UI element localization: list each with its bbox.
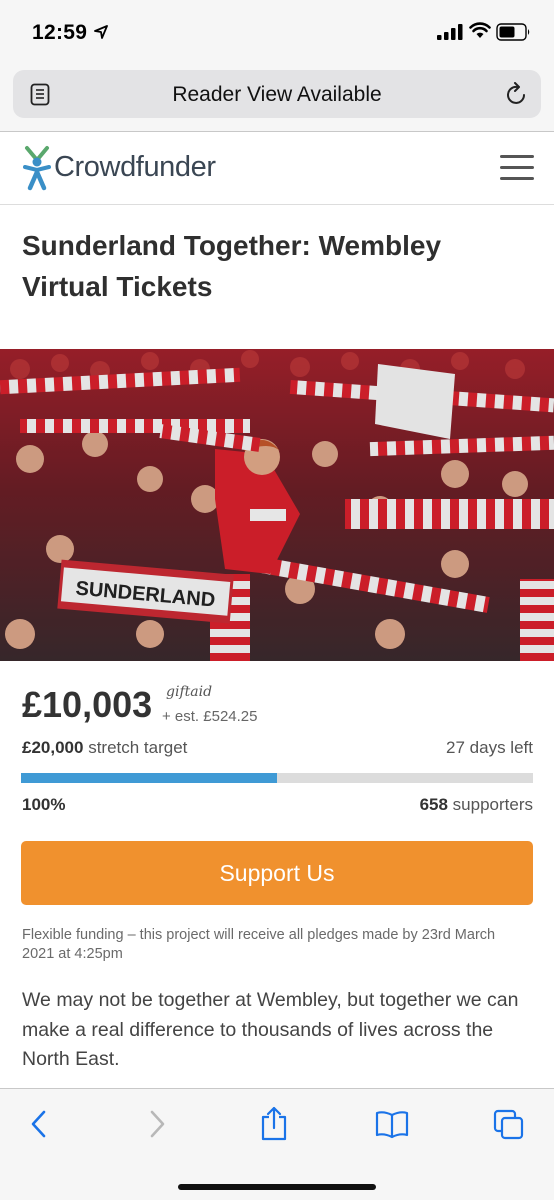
project-title: Sunderland Together: Wembley Virtual Tic… <box>22 230 442 302</box>
share-icon[interactable] <box>259 1105 289 1141</box>
supporters-label: supporters <box>452 795 533 814</box>
battery-icon <box>496 23 530 41</box>
crowdfunder-logo-icon[interactable] <box>22 145 52 193</box>
status-time: 12:59 <box>32 21 88 44</box>
progress-bar-fill <box>21 773 277 783</box>
reader-view-label[interactable]: Reader View Available <box>13 83 541 107</box>
giftaid-label: giftaid <box>166 684 213 700</box>
url-bar[interactable]: Reader View Available <box>13 70 541 118</box>
days-left: 27 days left <box>446 738 533 757</box>
signal-icon <box>437 24 463 40</box>
stretch-amount: £20,000 <box>22 738 84 757</box>
percent-funded: 100% <box>22 795 66 814</box>
progress-bar <box>21 773 533 783</box>
forward-icon[interactable] <box>146 1109 168 1139</box>
stretch-target: £20,000 stretch target <box>22 738 187 758</box>
hero-image: SUNDERLAND <box>0 349 554 661</box>
support-us-button[interactable]: Support Us <box>21 841 533 905</box>
status-bar: 12:59 <box>0 0 554 66</box>
bookmarks-icon[interactable] <box>374 1109 410 1139</box>
project-description: We may not be together at Wembley, but t… <box>22 989 519 1070</box>
home-indicator[interactable] <box>178 1184 376 1190</box>
wifi-icon <box>469 22 491 38</box>
brand-name[interactable]: Crowdfunder <box>54 151 216 184</box>
stretch-label: stretch target <box>88 738 188 757</box>
hamburger-menu-icon[interactable] <box>500 155 534 181</box>
supporters-count: 658 <box>419 795 448 814</box>
browser-address-area: Reader View Available <box>0 66 554 132</box>
site-header: Crowdfunder <box>0 133 554 205</box>
giftaid-estimate: + est. £524.25 <box>162 708 258 725</box>
reload-icon[interactable] <box>505 82 529 108</box>
amount-raised: £10,003 <box>22 684 153 725</box>
tabs-icon[interactable] <box>493 1109 525 1141</box>
supporters: 658 supporters <box>420 795 533 815</box>
back-icon[interactable] <box>28 1109 50 1139</box>
crowd-photo: SUNDERLAND <box>0 349 554 661</box>
funding-note: Flexible funding – this project will rec… <box>22 927 496 962</box>
location-arrow-icon <box>94 25 108 39</box>
